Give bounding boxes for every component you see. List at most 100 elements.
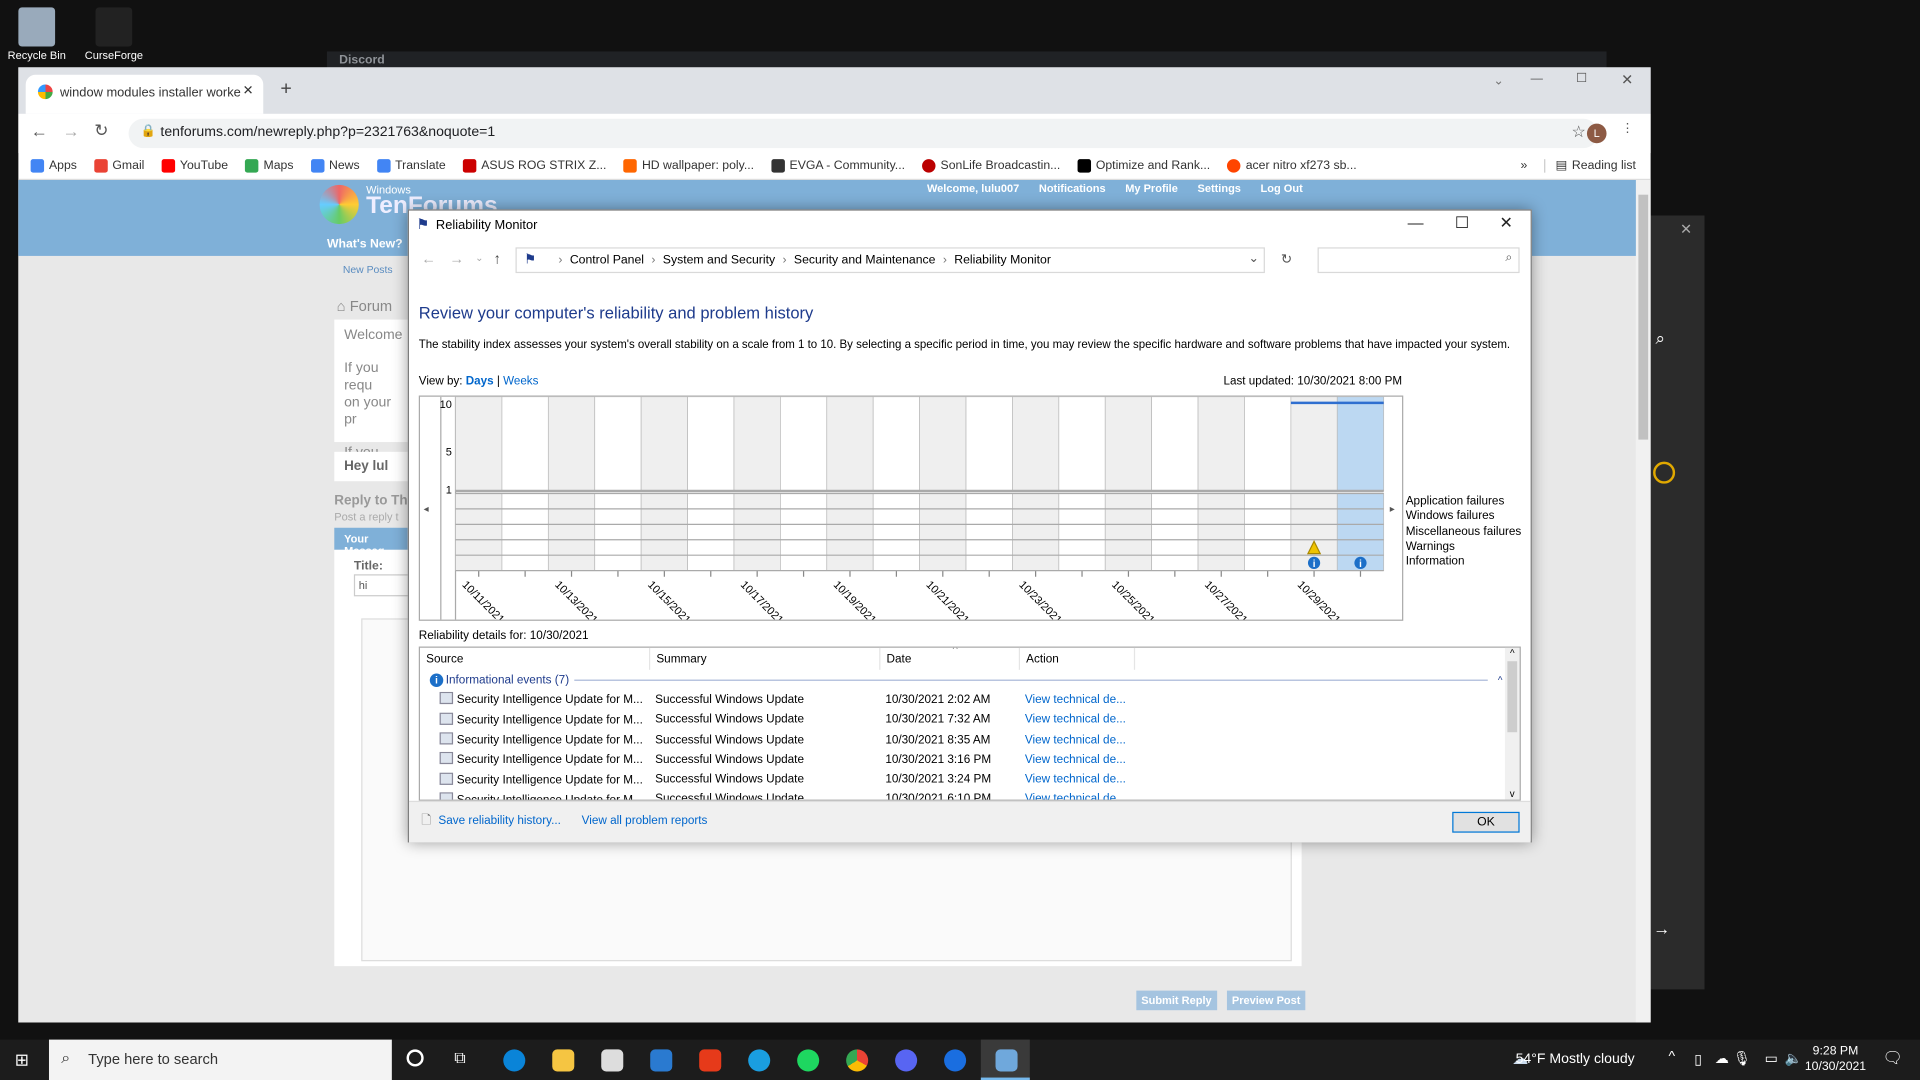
arrow-right-icon[interactable]: → (1653, 918, 1704, 938)
submit-reply-button[interactable]: Submit Reply (1136, 990, 1217, 1011)
new-posts-link[interactable]: New Posts (343, 263, 393, 275)
close-tab-icon[interactable]: ✕ (243, 83, 254, 98)
search-input[interactable]: ⌕ (1317, 247, 1520, 274)
minimize-button[interactable]: — (1393, 213, 1437, 231)
task-view-icon[interactable]: ⧉ (454, 1048, 465, 1068)
day-column[interactable] (1151, 396, 1199, 492)
bookmark-news[interactable]: News (310, 159, 360, 173)
row-action-link[interactable]: View technical de... (1020, 793, 1135, 800)
bookmark-star-icon[interactable]: ☆ (1571, 122, 1585, 142)
new-tab-button[interactable]: + (280, 78, 291, 100)
bookmark-evga[interactable]: EVGA - Community... (771, 159, 905, 173)
bookmark-translate[interactable]: Translate (376, 159, 446, 173)
discord-window-title[interactable]: Discord (326, 51, 1607, 69)
day-column[interactable] (501, 396, 549, 492)
save-history-link[interactable]: Save reliability history... (438, 814, 561, 827)
back-icon[interactable]: ← (31, 121, 48, 141)
title-input[interactable]: hi (353, 574, 416, 597)
day-column[interactable] (965, 396, 1013, 492)
crumb-control-panel[interactable]: Control Panel (570, 253, 644, 266)
day-column[interactable] (1012, 396, 1060, 492)
bookmark-acer[interactable]: acer nitro xf273 sb... (1227, 159, 1357, 173)
row-action-link[interactable]: View technical de... (1020, 713, 1135, 726)
skype-icon[interactable] (748, 1049, 771, 1072)
chevron-down-icon[interactable]: ⌄ (1249, 252, 1259, 265)
breadcrumb[interactable]: ⚑ › Control Panel › System and Security › Sec… (515, 247, 1265, 274)
day-column[interactable] (919, 396, 967, 492)
day-column[interactable] (1058, 396, 1106, 492)
meet-now-icon[interactable]: ▯ (1694, 1051, 1702, 1068)
notifications-icon[interactable]: 🗨 (1883, 1048, 1903, 1068)
column-summary[interactable]: Summary (650, 647, 881, 670)
show-hidden-icons[interactable]: ^ (1668, 1049, 1675, 1064)
day-column[interactable] (872, 396, 920, 492)
tab-search-icon[interactable]: ⌄ (1493, 75, 1503, 88)
close-icon[interactable]: ✕ (1680, 220, 1704, 237)
table-row[interactable]: Security Intelligence Update for M... Su… (420, 750, 1520, 770)
day-column[interactable] (1244, 396, 1292, 492)
scroll-down-icon[interactable]: v (1505, 789, 1520, 800)
day-column[interactable] (1197, 396, 1245, 492)
day-column[interactable] (687, 396, 735, 492)
bookmark-wallpaper[interactable]: HD wallpaper: poly... (623, 159, 754, 173)
notifications-link[interactable]: Notifications (1039, 182, 1106, 194)
ok-button[interactable]: OK (1452, 811, 1520, 833)
windows-start-icon[interactable]: ⊞ (15, 1049, 29, 1070)
scroll-up-icon[interactable]: ^ (1505, 648, 1520, 659)
bookmark-apps[interactable]: Apps (30, 159, 77, 173)
reliability-monitor-taskbar-button[interactable] (980, 1039, 1030, 1080)
close-button[interactable]: ✕ (1484, 213, 1528, 233)
recent-locations-icon[interactable]: ⌄ (475, 252, 483, 263)
table-row[interactable]: Security Intelligence Update for M... Su… (420, 730, 1520, 750)
bookmark-sonlife[interactable]: SonLife Broadcastin... (922, 159, 1060, 173)
browser-tab[interactable]: window modules installer worke ✕ (25, 74, 264, 114)
list-scrollbar[interactable]: ^ v (1504, 647, 1520, 800)
store-icon[interactable] (601, 1049, 624, 1072)
menu-icon[interactable]: ⋮ (1621, 122, 1633, 135)
logout-link[interactable]: Log Out (1261, 182, 1303, 194)
view-weeks-link[interactable]: Weeks (503, 375, 538, 388)
maximize-button[interactable]: ☐ (1576, 72, 1587, 85)
crumb-security-maintenance[interactable]: Security and Maintenance (794, 253, 936, 266)
bookmark-optimize[interactable]: Optimize and Rank... (1077, 159, 1210, 173)
day-column[interactable] (594, 396, 642, 492)
close-button[interactable]: ✕ (1621, 71, 1633, 88)
microphone-icon[interactable]: 🎙 (1733, 1049, 1751, 1067)
desktop-icon-recycle-bin[interactable]: Recycle Bin (6, 7, 67, 61)
address-bar[interactable]: 🔒 tenforums.com/newreply.php?p=2321763&no… (128, 118, 1598, 149)
row-action-link[interactable]: View technical de... (1020, 753, 1135, 766)
chrome-icon[interactable] (846, 1049, 869, 1072)
day-column[interactable] (1104, 396, 1153, 492)
more-bookmarks[interactable]: » (1520, 159, 1527, 172)
app-icon[interactable] (944, 1049, 967, 1072)
onedrive-icon[interactable]: ☁ (1715, 1049, 1729, 1067)
desktop-icon-curseforge[interactable]: CurseForge (83, 7, 144, 61)
reliability-chart[interactable]: 10 5 1 i i 10/11/2021 10/13/2021 10/15/2021 10/1… (418, 395, 1404, 626)
day-column[interactable] (826, 396, 874, 492)
weather-text[interactable]: 54°F Mostly cloudy (1516, 1052, 1635, 1067)
table-row[interactable]: Security Intelligence Update for M... Su… (420, 770, 1520, 790)
search-icon[interactable]: ⌕ (1656, 328, 1705, 349)
volume-icon[interactable]: 🔈 (1785, 1049, 1803, 1067)
forum-breadcrumb[interactable]: ⌂ Forum (337, 298, 392, 315)
crumb-reliability-monitor[interactable]: Reliability Monitor (954, 253, 1051, 266)
day-column[interactable] (733, 396, 781, 492)
scroll-left-icon[interactable]: ◂ (424, 504, 429, 515)
view-days-link[interactable]: Days (466, 375, 494, 388)
taskbar-search[interactable]: ⌕ Type here to search (48, 1039, 392, 1080)
minimize-button[interactable]: — (1531, 72, 1543, 85)
discord-icon[interactable] (895, 1049, 918, 1072)
forward-icon[interactable]: → (62, 121, 79, 141)
wow-icon[interactable] (1653, 461, 1676, 484)
day-column[interactable] (1290, 396, 1338, 492)
reload-icon[interactable]: ↻ (94, 120, 108, 141)
collapse-icon[interactable]: ^ (1498, 674, 1503, 685)
refresh-icon[interactable]: ↻ (1281, 251, 1292, 267)
column-source[interactable]: Source (420, 647, 651, 670)
page-scrollbar[interactable] (1635, 180, 1651, 1023)
day-column[interactable] (780, 396, 828, 492)
cortana-icon[interactable] (406, 1049, 424, 1067)
day-column[interactable] (640, 396, 688, 492)
whats-new-link[interactable]: What's New? (327, 238, 403, 251)
row-action-link[interactable]: View technical de... (1020, 733, 1135, 746)
